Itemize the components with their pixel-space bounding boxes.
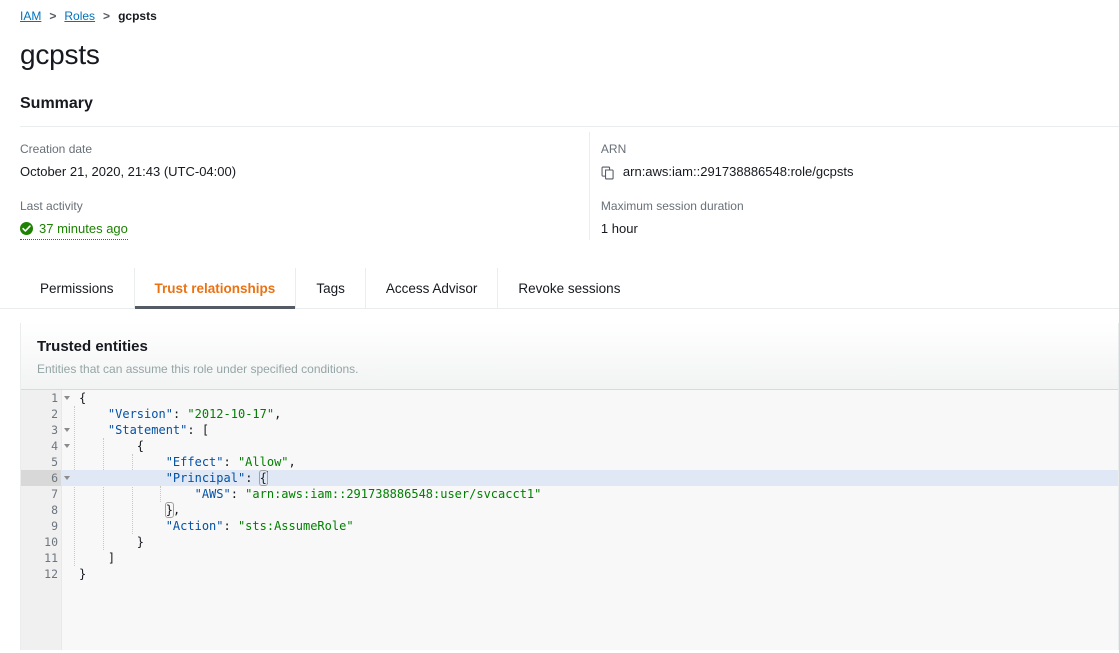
summary-column-left: Creation date October 21, 2020, 21:43 (U… bbox=[20, 141, 569, 240]
code-line[interactable]: 6 "Principal": { bbox=[21, 470, 1118, 486]
code-line[interactable]: 10 } bbox=[21, 534, 1118, 550]
summary-column-divider bbox=[589, 132, 590, 240]
breadcrumb-item-iam[interactable]: IAM bbox=[20, 8, 41, 24]
line-number: 11 bbox=[44, 551, 58, 565]
summary-heading: Summary bbox=[20, 95, 93, 112]
code-text: "Effect": "Allow", bbox=[165, 455, 296, 469]
max-session-duration-field: Maximum session duration 1 hour bbox=[601, 198, 1119, 237]
breadcrumb-separator: > bbox=[49, 9, 57, 23]
copy-icon[interactable] bbox=[601, 166, 615, 180]
line-number: 10 bbox=[44, 535, 58, 549]
code-text: { bbox=[79, 391, 87, 405]
breadcrumb: IAM > Roles > gcpsts bbox=[0, 0, 1119, 24]
tab-access-advisor[interactable]: Access Advisor bbox=[366, 268, 499, 308]
code-text: }, bbox=[164, 502, 181, 518]
code-text: "Principal": { bbox=[165, 470, 268, 486]
last-activity-text: 37 minutes ago bbox=[39, 221, 128, 236]
arn-field: ARN arn:aws:iam::291738886548:role/gcpst… bbox=[601, 141, 1119, 180]
trusted-entities-title: Trusted entities bbox=[37, 338, 148, 355]
code-text: "Statement": [ bbox=[107, 423, 210, 437]
code-line[interactable]: 2 "Version": "2012-10-17", bbox=[21, 406, 1118, 422]
code-line[interactable]: 5 "Effect": "Allow", bbox=[21, 454, 1118, 470]
text-cursor bbox=[266, 471, 268, 484]
summary-column-right: ARN arn:aws:iam::291738886548:role/gcpst… bbox=[569, 141, 1119, 240]
fold-arrow-icon[interactable] bbox=[61, 390, 74, 406]
last-activity-field: Last activity 37 minutes ago bbox=[20, 198, 569, 240]
code-text: { bbox=[136, 439, 145, 453]
breadcrumb-item-current: gcpsts bbox=[118, 9, 157, 23]
last-activity-label: Last activity bbox=[20, 199, 83, 213]
creation-date-value: October 21, 2020, 21:43 (UTC-04:00) bbox=[20, 164, 237, 179]
creation-date-field: Creation date October 21, 2020, 21:43 (U… bbox=[20, 141, 569, 180]
code-line[interactable]: 8 }, bbox=[21, 502, 1118, 518]
page-title: gcpsts bbox=[20, 39, 100, 70]
arn-value: arn:aws:iam::291738886548:role/gcpsts bbox=[622, 164, 854, 179]
code-text: } bbox=[136, 535, 145, 549]
check-circle-icon bbox=[20, 222, 33, 235]
code-line[interactable]: 3 "Statement": [ bbox=[21, 422, 1118, 438]
trusted-entities-header: Trusted entities Entities that can assum… bbox=[21, 323, 1118, 390]
line-number: 4 bbox=[51, 439, 58, 453]
arn-label: ARN bbox=[600, 142, 627, 156]
creation-date-label: Creation date bbox=[20, 142, 93, 156]
last-activity-value-link[interactable]: 37 minutes ago bbox=[20, 220, 128, 240]
fold-arrow-icon[interactable] bbox=[61, 470, 74, 486]
trusted-entities-description: Entities that can assume this role under… bbox=[37, 362, 359, 376]
fold-arrow-icon[interactable] bbox=[61, 422, 74, 438]
code-text: "Version": "2012-10-17", bbox=[107, 407, 282, 421]
editor-code-lines[interactable]: 1{2 "Version": "2012-10-17", 3 "Statement… bbox=[21, 390, 1118, 582]
breadcrumb-separator: > bbox=[103, 9, 111, 23]
code-line[interactable]: 9 "Action": "sts:AssumeRole" bbox=[21, 518, 1118, 534]
line-number: 9 bbox=[51, 519, 58, 533]
max-session-duration-value: 1 hour bbox=[600, 221, 638, 236]
code-line[interactable]: 11 ] bbox=[21, 550, 1118, 566]
code-text: "AWS": "arn:aws:iam::291738886548:user/s… bbox=[194, 487, 542, 501]
code-text: ] bbox=[107, 551, 116, 565]
fold-arrow-icon[interactable] bbox=[61, 438, 74, 454]
tab-permissions[interactable]: Permissions bbox=[20, 268, 135, 308]
tab-bar: Permissions Trust relationships Tags Acc… bbox=[0, 268, 1119, 309]
line-number: 2 bbox=[51, 407, 58, 421]
policy-json-editor[interactable]: 1{2 "Version": "2012-10-17", 3 "Statement… bbox=[21, 390, 1118, 650]
breadcrumb-item-roles[interactable]: Roles bbox=[64, 8, 95, 24]
tab-tags[interactable]: Tags bbox=[296, 268, 366, 308]
code-line[interactable]: 1{ bbox=[21, 390, 1118, 406]
tab-revoke-sessions[interactable]: Revoke sessions bbox=[498, 268, 640, 308]
line-number: 5 bbox=[51, 455, 58, 469]
line-number: 8 bbox=[51, 503, 58, 517]
summary-grid: Creation date October 21, 2020, 21:43 (U… bbox=[20, 127, 1119, 240]
line-number: 6 bbox=[21, 470, 61, 486]
code-line[interactable]: 7 "AWS": "arn:aws:iam::291738886548:user… bbox=[21, 486, 1118, 502]
line-number: 12 bbox=[44, 567, 58, 581]
code-line[interactable]: 12} bbox=[21, 566, 1118, 582]
code-text: } bbox=[79, 567, 87, 581]
code-line[interactable]: 4 { bbox=[21, 438, 1118, 454]
tab-trust-relationships[interactable]: Trust relationships bbox=[134, 268, 297, 309]
line-number: 7 bbox=[51, 487, 58, 501]
line-number: 3 bbox=[51, 423, 58, 437]
trusted-entities-panel: Trusted entities Entities that can assum… bbox=[20, 323, 1119, 650]
code-text: "Action": "sts:AssumeRole" bbox=[165, 519, 354, 533]
max-session-duration-label: Maximum session duration bbox=[600, 199, 744, 213]
line-number: 1 bbox=[51, 391, 58, 405]
